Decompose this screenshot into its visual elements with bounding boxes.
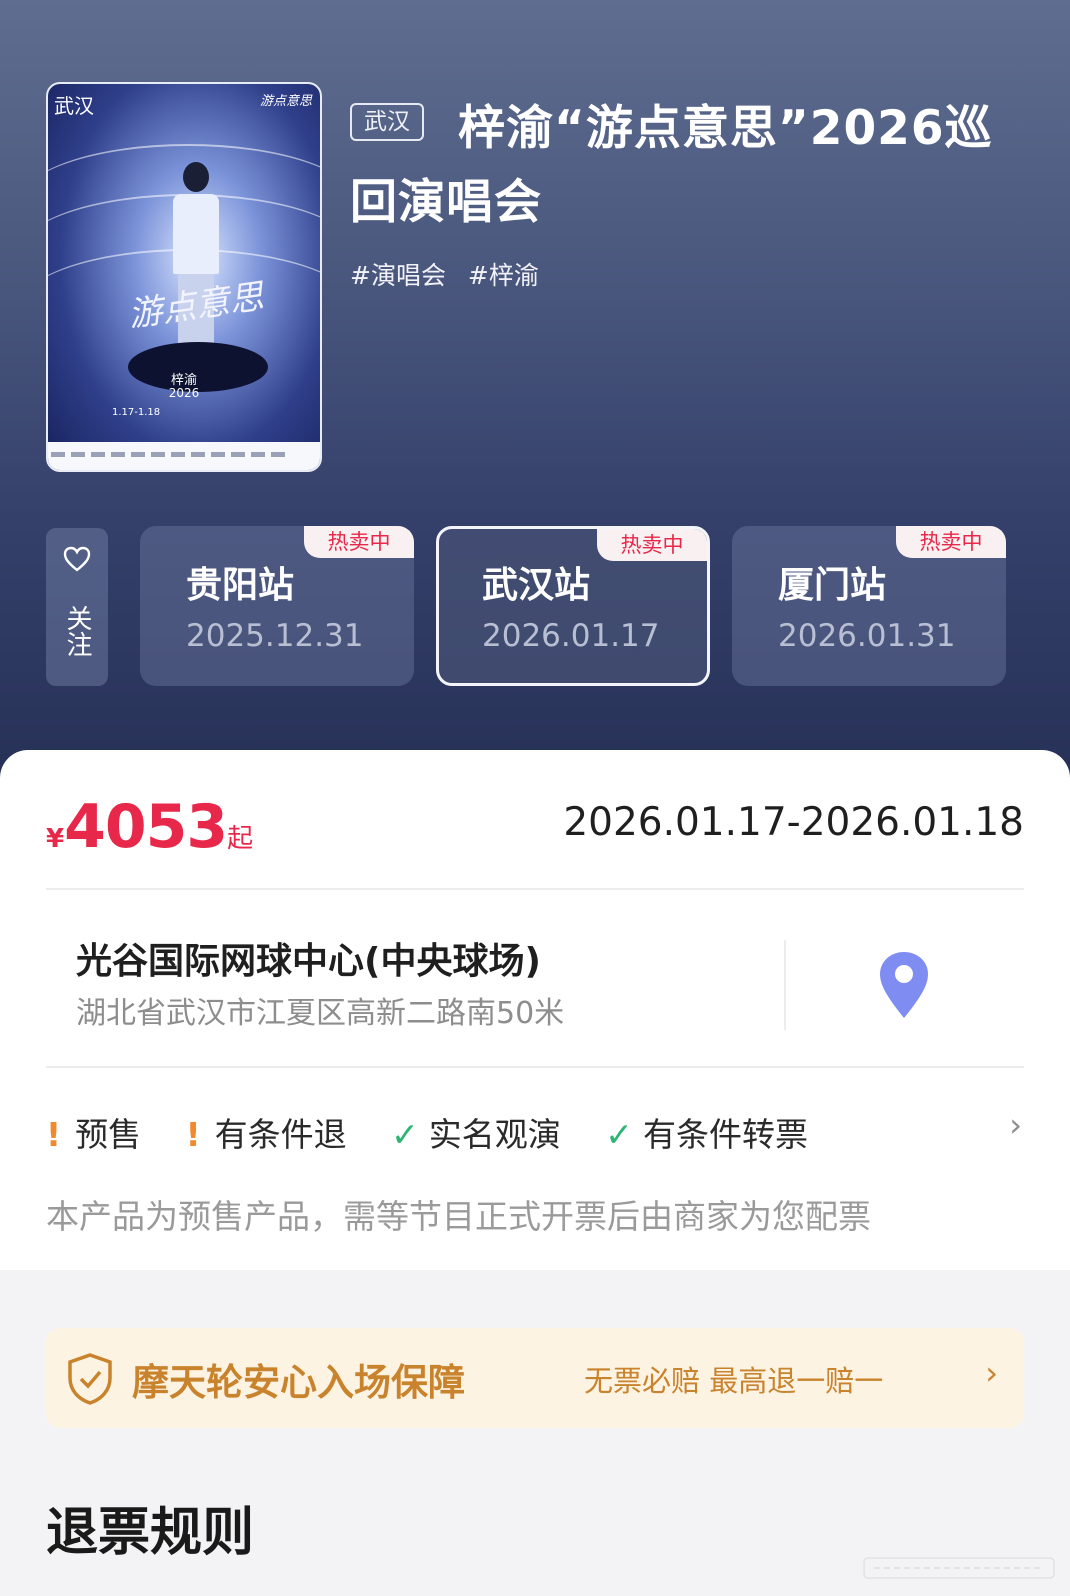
- station-date: 2026.01.31: [778, 618, 956, 654]
- policy-label: 预售: [75, 1115, 142, 1154]
- price: ¥4053起: [46, 792, 253, 862]
- divider: [46, 888, 1024, 890]
- ticket-policies[interactable]: ! 预售 ! 有条件退 ✓ 实名观演 ✓ 有条件转票: [46, 1108, 842, 1156]
- price-suffix: 起: [227, 824, 254, 854]
- hot-sale-badge: 热卖中: [896, 526, 1006, 558]
- hot-sale-badge: 热卖中: [597, 529, 707, 561]
- venue-address[interactable]: 湖北省武汉市江夏区高新二路南50米: [76, 988, 564, 1032]
- chevron-right-icon[interactable]: ›: [1009, 1106, 1022, 1144]
- station-name: 武汉站: [482, 565, 591, 606]
- divider: [46, 1066, 1024, 1068]
- station-name: 贵阳站: [186, 565, 295, 606]
- presale-notice: 本产品为预售产品，需等节目正式开票后由商家为您配票: [46, 1197, 871, 1236]
- policy-item: ✓ 实名观演: [391, 1108, 561, 1156]
- chevron-right-icon: ›: [985, 1354, 998, 1392]
- check-icon: ✓: [391, 1115, 419, 1154]
- shield-check-icon: [66, 1352, 114, 1406]
- venue-name[interactable]: 光谷国际网球中心(中央球场): [76, 932, 541, 984]
- station-date: 2026.01.17: [482, 618, 660, 654]
- policy-label: 实名观演: [428, 1115, 561, 1154]
- policy-item: ! 有条件退: [186, 1108, 347, 1156]
- divider: [784, 940, 786, 1030]
- event-poster[interactable]: 武汉 游点意思 游点意思 梓渝 2026 1.17-1.18: [46, 82, 322, 472]
- currency-symbol: ¥: [46, 824, 65, 854]
- poster-date: 1.17-1.18: [112, 407, 161, 418]
- poster-brand: 游点意思: [259, 94, 312, 109]
- poster-year: 2026: [168, 386, 200, 400]
- poster-city: 武汉: [54, 94, 94, 118]
- heart-icon: [46, 546, 108, 577]
- station-wuhan[interactable]: 热卖中 武汉站 2026.01.17: [436, 526, 710, 686]
- event-tag[interactable]: #演唱会: [350, 261, 446, 290]
- warning-icon: !: [46, 1115, 62, 1154]
- check-icon: ✓: [605, 1115, 633, 1154]
- policy-label: 有条件退: [214, 1115, 347, 1154]
- event-info-card: ¥4053起 2026.01.17-2026.01.18 光谷国际网球中心(中央…: [0, 750, 1070, 1270]
- policy-item: ! 预售: [46, 1108, 141, 1156]
- guarantee-title: 摩天轮安心入场保障: [132, 1361, 465, 1404]
- warning-icon: !: [185, 1115, 201, 1154]
- event-tag[interactable]: #梓渝: [468, 261, 539, 290]
- station-guiyang[interactable]: 热卖中 贵阳站 2025.12.31: [140, 526, 414, 686]
- follow-button[interactable]: 关注: [46, 528, 108, 686]
- event-hero: 武汉 游点意思 游点意思 梓渝 2026 1.17-1.18 梓渝“游点意思”2…: [0, 0, 1070, 800]
- hot-sale-badge: 热卖中: [304, 526, 414, 558]
- station-date: 2025.12.31: [186, 618, 364, 654]
- date-range: 2026.01.17-2026.01.18: [563, 800, 1024, 845]
- watermark: [860, 1552, 1060, 1584]
- station-xiamen[interactable]: 热卖中 厦门站 2026.01.31: [732, 526, 1006, 686]
- guarantee-subtitle: 无票必赔 最高退一赔一: [584, 1364, 884, 1398]
- policy-label: 有条件转票: [642, 1115, 808, 1154]
- price-amount: 4053: [64, 792, 228, 862]
- location-pin-icon[interactable]: [878, 950, 930, 1020]
- event-title: 梓渝“游点意思”2026巡回演唱会: [350, 101, 993, 230]
- policy-item: ✓ 有条件转票: [605, 1108, 808, 1156]
- event-tags: #演唱会 #梓渝: [350, 256, 553, 292]
- follow-label: 关注: [62, 605, 92, 657]
- guarantee-banner[interactable]: 摩天轮安心入场保障 无票必赔 最高退一赔一 ›: [46, 1328, 1024, 1428]
- station-name: 厦门站: [778, 565, 887, 606]
- refund-rules-heading: 退票规则: [46, 1503, 255, 1563]
- poster-sponsor-strip: [48, 442, 320, 470]
- city-tag: 武汉: [350, 103, 424, 141]
